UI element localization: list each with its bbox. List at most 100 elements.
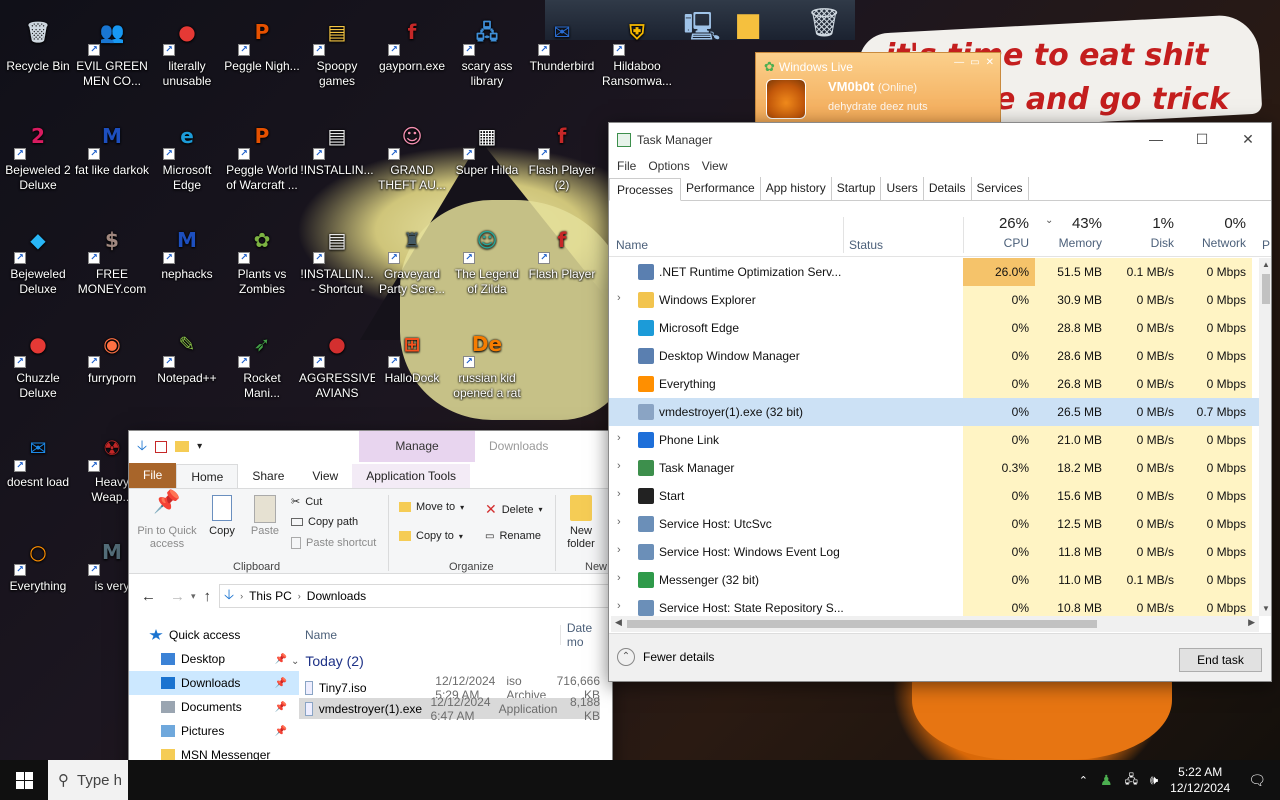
vertical-scrollbar[interactable]: ▲ ▼ (1259, 258, 1271, 616)
desktop-icon[interactable]: e ↗ Microsoft Edge (149, 110, 225, 210)
tab-app-history[interactable]: App history (761, 177, 832, 200)
volume-icon[interactable]: 🕪 (1150, 772, 1158, 788)
expand-chevron-icon[interactable]: › (617, 488, 621, 500)
nav-item-documents[interactable]: Documents 📌 (129, 695, 299, 719)
desktop-icon[interactable]: $ ↗ FREE MONEY.com (74, 214, 150, 314)
desktop-icon[interactable]: ♜ ↗ Graveyard Party Scre... (374, 214, 450, 314)
column-memory[interactable]: ⌄ 43% Memory (1035, 215, 1108, 250)
scroll-down-icon[interactable]: ▼ (1259, 602, 1271, 616)
tab-share[interactable]: Share (238, 464, 298, 488)
context-tab-manage[interactable]: Manage (359, 431, 475, 462)
desktop-icon[interactable]: ◉ ↗ furryporn (74, 318, 150, 418)
msn-restore-icon[interactable]: ▭ (970, 57, 979, 68)
copy-to-button[interactable]: Copy to ▾ (399, 530, 463, 542)
tab-services[interactable]: Services (972, 177, 1029, 200)
process-row[interactable]: › Phone Link 0% 21.0 MB 0 MB/s 0 Mbps (609, 426, 1259, 454)
notifications-icon[interactable]: 🗨 (1248, 772, 1266, 789)
process-row[interactable]: .NET Runtime Optimization Serv... 26.0% 51… (609, 258, 1259, 286)
desktop-icon[interactable]: ⊞ ↗ HalloDock (374, 318, 450, 418)
desktop-icon[interactable]: f ↗ Flash Player (2) (524, 110, 600, 210)
column-cpu[interactable]: 26% CPU (963, 215, 1035, 250)
paste-button[interactable]: Paste (245, 495, 285, 538)
new-folder-icon[interactable] (175, 441, 190, 452)
desktop-icon[interactable]: 🗑 Recycle Bin (0, 6, 76, 106)
nav-item-pictures[interactable]: Pictures 📌 (129, 719, 299, 743)
desktop-icon[interactable]: f ↗ Flash Player (524, 214, 600, 314)
desktop-icon[interactable]: ✉ ↗ doesnt load (0, 422, 76, 522)
msn-minimize-icon[interactable]: — (954, 57, 964, 68)
desktop-icon[interactable]: M ↗ fat like darkok (74, 110, 150, 210)
desktop-icon[interactable]: M ↗ nephacks (149, 214, 225, 314)
forward-arrow-icon[interactable]: → (170, 588, 185, 605)
desktop-icon[interactable]: ◆ ↗ Bejeweled Deluxe (0, 214, 76, 314)
tab-view[interactable]: View (298, 464, 352, 488)
process-row[interactable]: › Task Manager 0.3% 18.2 MB 0 MB/s 0 Mbps (609, 454, 1259, 482)
expand-chevron-icon[interactable]: › (617, 544, 621, 556)
process-row[interactable]: › Start 0% 15.6 MB 0 MB/s 0 Mbps (609, 482, 1259, 510)
properties-icon[interactable] (155, 440, 168, 453)
cut-button[interactable]: ✂ Cut (291, 495, 322, 509)
copy-path-button[interactable]: Copy path (291, 516, 358, 528)
scroll-thumb-horizontal[interactable] (627, 620, 1097, 628)
desktop-icon[interactable]: ▤ ↗ !INSTALLIN... - Shortcut (299, 214, 375, 314)
desktop-icon[interactable]: ☺ ↗ GRAND THEFT AU... (374, 110, 450, 210)
customize-toolbar-icon[interactable]: ▾ (197, 441, 202, 452)
menu-file[interactable]: File (611, 156, 642, 176)
msn-notification[interactable]: ✿ Windows Live — ▭ ✕ VM0b0t (Online) deh… (755, 52, 1001, 124)
tab-users[interactable]: Users (881, 177, 924, 200)
desktop-icon[interactable]: 👥 ↗ EVIL GREEN MEN CO... (74, 6, 150, 106)
task-manager-window[interactable]: Task Manager — ☐ ✕ File Options View Pro… (608, 122, 1272, 682)
desktop-icon[interactable]: P ↗ Peggle World of Warcraft ... (224, 110, 300, 210)
address-bar[interactable]: 🡣 › This PC › Downloads (219, 584, 612, 608)
expand-chevron-icon[interactable]: › (617, 516, 621, 528)
process-row[interactable]: Desktop Window Manager 0% 28.6 MB 0 MB/s 0 M… (609, 342, 1259, 370)
move-to-button[interactable]: Move to ▾ (399, 501, 464, 513)
desktop-icon[interactable]: ▤ ↗ Spoopy games (299, 6, 375, 106)
top-strip-icon[interactable]: 🗑 (802, 6, 846, 46)
start-button[interactable] (0, 760, 48, 800)
file-row[interactable]: vmdestroyer(1).exe 12/12/2024 6:47 AM Appl… (299, 695, 600, 723)
expand-chevron-icon[interactable]: › (617, 460, 621, 472)
column-status[interactable]: Status (849, 238, 883, 252)
expand-chevron-icon[interactable]: › (617, 572, 621, 584)
file-explorer-window[interactable]: 🡣 ▾ Manage Downloads File Home Share Vie… (128, 430, 613, 800)
expand-chevron-icon[interactable]: › (617, 600, 621, 612)
end-task-button[interactable]: End task (1179, 648, 1262, 672)
menu-options[interactable]: Options (642, 156, 695, 176)
process-row[interactable]: vmdestroyer(1).exe (32 bit) 0% 26.5 MB 0 MB… (609, 398, 1259, 426)
desktop-icon[interactable]: ✉ ↗ Thunderbird (524, 6, 600, 106)
desktop-icon[interactable]: ➶ ↗ Rocket Mani... (224, 318, 300, 418)
tab-startup[interactable]: Startup (832, 177, 882, 200)
recent-locations-icon[interactable]: ▾ (191, 591, 196, 602)
breadcrumb-this-pc[interactable]: This PC (249, 589, 292, 603)
column-name[interactable]: Name (305, 628, 560, 642)
top-strip-icon[interactable]: 🖳 (680, 6, 724, 46)
tab-file[interactable]: File (129, 463, 177, 488)
breadcrumb-downloads[interactable]: Downloads (307, 589, 366, 603)
desktop-icon[interactable]: ▤ ↗ !INSTALLIN... (299, 110, 375, 210)
column-disk[interactable]: 1% Disk (1108, 215, 1180, 250)
down-arrow-icon[interactable]: 🡣 (137, 435, 147, 459)
expand-chevron-icon[interactable]: › (617, 432, 621, 444)
desktop-icon[interactable]: ▦ ↗ Super Hilda (449, 110, 525, 210)
search-box[interactable]: ⚲ Type h (48, 760, 128, 800)
column-power[interactable]: P (1262, 238, 1270, 252)
minimize-button[interactable]: — (1133, 123, 1179, 156)
process-row[interactable]: › Messenger (32 bit) 0% 11.0 MB 0.1 MB/s 0 Mb… (609, 566, 1259, 594)
nav-item-downloads[interactable]: Downloads 📌 (129, 671, 299, 695)
back-arrow-icon[interactable]: ← (141, 588, 156, 605)
process-row[interactable]: Everything 0% 26.8 MB 0 MB/s 0 Mbps (609, 370, 1259, 398)
desktop-icon[interactable]: ● ↗ AGGRESSIVE AVIANS (299, 318, 375, 418)
desktop-icon[interactable]: P ↗ Peggle Nigh... (224, 6, 300, 106)
scroll-left-icon[interactable]: ◀ (615, 617, 622, 628)
scroll-up-icon[interactable]: ▲ (1259, 258, 1271, 272)
paste-shortcut-button[interactable]: Paste shortcut (291, 537, 376, 549)
horizontal-scrollbar[interactable]: ◀ ▶ (611, 616, 1259, 632)
process-row[interactable]: › Service Host: UtcSvc 0% 12.5 MB 0 MB/s 0 Mb… (609, 510, 1259, 538)
desktop-icon[interactable]: ✿ ↗ Plants vs Zombies (224, 214, 300, 314)
up-arrow-icon[interactable]: ↑ (204, 588, 212, 605)
desktop-icon[interactable]: ☺ ↗ The Legend of Zilda (449, 214, 525, 314)
copy-button[interactable]: Copy (205, 495, 239, 538)
tab-processes[interactable]: Processes (609, 178, 682, 201)
messenger-tray-icon[interactable]: ♟ (1100, 772, 1113, 789)
